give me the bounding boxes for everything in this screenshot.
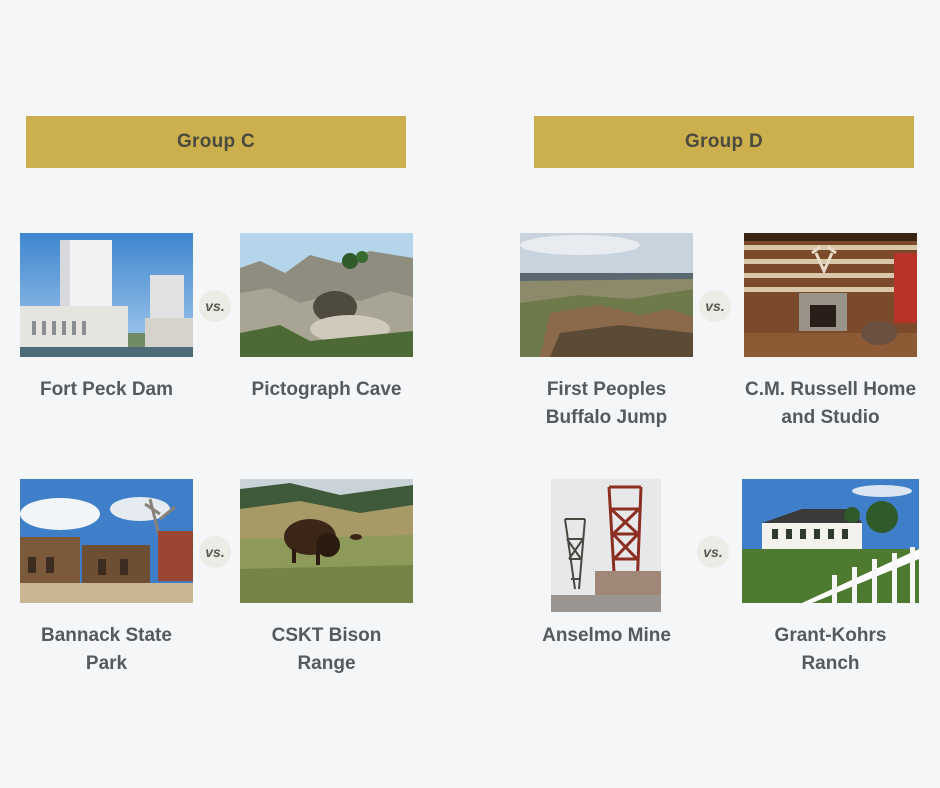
vs-badge: vs. — [697, 536, 729, 568]
group-d-header: Group D — [534, 116, 914, 168]
grant-kohrs-ranch-caption: Grant-Kohrs Ranch — [774, 625, 887, 674]
bannack-state-park-image — [20, 479, 193, 603]
fort-peck-dam-caption: Fort Peck Dam — [39, 379, 174, 400]
anselmo-mine-caption: Anselmo Mine — [542, 625, 671, 646]
vs-badge: vs. — [199, 536, 231, 568]
first-peoples-buffalo-jump-caption: First Peoples Buffalo Jump — [545, 379, 668, 428]
anselmo-mine-image — [551, 479, 661, 612]
fort-peck-dam-image — [20, 233, 193, 357]
group-c-header: Group C — [26, 116, 406, 168]
cskt-bison-range-caption: CSKT Bison Range — [271, 625, 382, 674]
pictograph-cave-caption: Pictograph Cave — [251, 379, 402, 400]
vs-badge: vs. — [699, 290, 731, 322]
first-peoples-buffalo-jump-image — [520, 233, 693, 357]
cskt-bison-range-image — [240, 479, 413, 603]
vs-badge: vs. — [199, 290, 231, 322]
cm-russell-home-and-studio-caption: C.M. Russell Home and Studio — [744, 379, 917, 428]
bannack-state-park-caption: Bannack State Park — [41, 625, 172, 674]
pictograph-cave-image — [240, 233, 413, 357]
grant-kohrs-ranch-image — [742, 479, 919, 603]
cm-russell-home-and-studio-image — [744, 233, 917, 357]
